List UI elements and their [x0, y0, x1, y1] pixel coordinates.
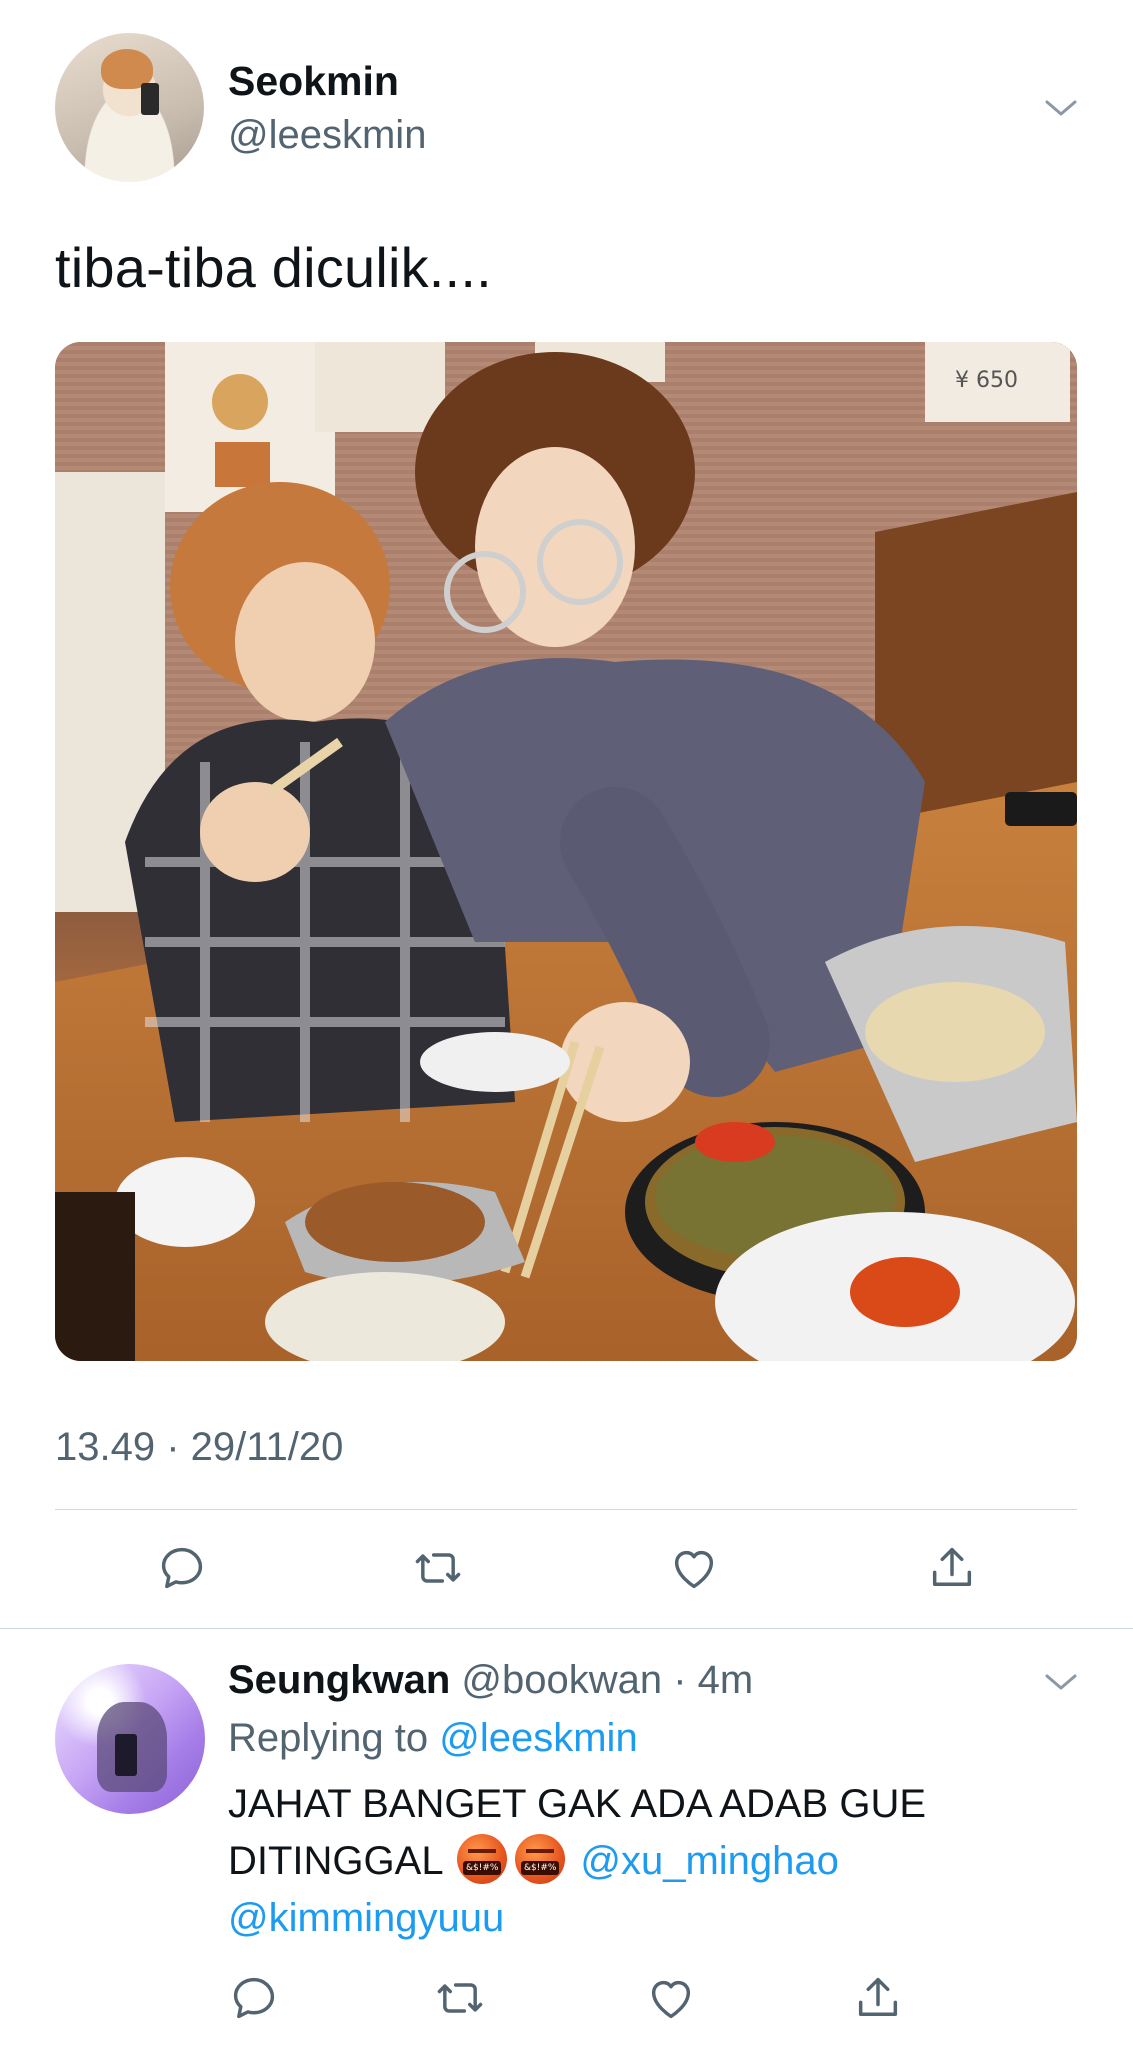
chevron-down-icon[interactable] [1044, 1672, 1078, 1692]
share-icon [858, 1977, 898, 2016]
author-name[interactable]: Seokmin [228, 58, 399, 105]
photo-illustration: ¥ 650 [55, 342, 1077, 1361]
napkin [115, 1157, 255, 1247]
person-left-face [235, 562, 375, 722]
heart-icon [651, 1980, 691, 2019]
share-button[interactable] [924, 1540, 980, 1596]
menu-poster [315, 342, 445, 432]
person-left-hand [200, 782, 310, 882]
like-button[interactable] [666, 1540, 722, 1596]
avatar-phone [115, 1734, 137, 1776]
replying-to-line: Replying to @leeskmin [228, 1716, 638, 1761]
emoji-symbols: &$!#% [521, 1861, 560, 1875]
avatar-phone [141, 83, 159, 115]
retweet-button[interactable] [432, 1970, 488, 2026]
heart-icon [674, 1550, 714, 1589]
chevron-down-icon[interactable] [1044, 98, 1078, 118]
mention-link[interactable]: @kimmingyuuu [228, 1896, 504, 1940]
reply-author-handle[interactable]: @bookwan [461, 1658, 662, 1702]
author-avatar[interactable] [55, 33, 204, 182]
small-plate [420, 1032, 570, 1092]
replying-to-mention[interactable]: @leeskmin [439, 1716, 637, 1760]
reply-author-avatar[interactable] [55, 1664, 205, 1814]
emoji-symbols: &$!#% [463, 1861, 502, 1875]
tweet-detail-page: Seokmin @leeskmin tiba-tiba diculik.... [0, 0, 1133, 2048]
reply-button[interactable] [226, 1970, 282, 2026]
comment-icon [161, 1547, 203, 1589]
bottle [55, 1192, 135, 1361]
tweet-photo[interactable]: ¥ 650 [55, 342, 1077, 1361]
reply-time[interactable]: 4m [698, 1658, 754, 1702]
retweet-icon [437, 1983, 483, 2013]
author-handle[interactable]: @leeskmin [228, 113, 426, 158]
divider [0, 1628, 1133, 1629]
tweet-text: tiba-tiba diculik.... [55, 236, 492, 299]
comment-icon [233, 1977, 275, 2019]
person-right-face [475, 447, 635, 647]
retweet-button[interactable] [410, 1540, 466, 1596]
reply-header: Seungkwan @bookwan · 4m [228, 1658, 753, 1703]
divider [55, 1509, 1077, 1510]
like-button[interactable] [643, 1970, 699, 2026]
price-tag: ¥ 650 [955, 368, 1018, 393]
retweet-icon [415, 1553, 461, 1583]
reply-text: JAHAT BANGET GAK ADA ADAB GUE DITINGGAL … [228, 1776, 1088, 1947]
tweet-timestamp[interactable]: 13.49 · 29/11/20 [55, 1425, 343, 1470]
cursing-face-emoji: &$!#% [515, 1834, 566, 1884]
reply-separator: · [662, 1658, 698, 1702]
reply-button[interactable] [154, 1540, 210, 1596]
reply-author-name[interactable]: Seungkwan [228, 1658, 450, 1702]
cursing-face-emoji: &$!#% [457, 1834, 508, 1884]
share-button[interactable] [850, 1970, 906, 2026]
phone-on-table [1005, 792, 1077, 826]
share-icon [932, 1547, 972, 1586]
mention-link[interactable]: @xu_minghao [580, 1839, 839, 1883]
replying-prefix: Replying to [228, 1716, 429, 1760]
